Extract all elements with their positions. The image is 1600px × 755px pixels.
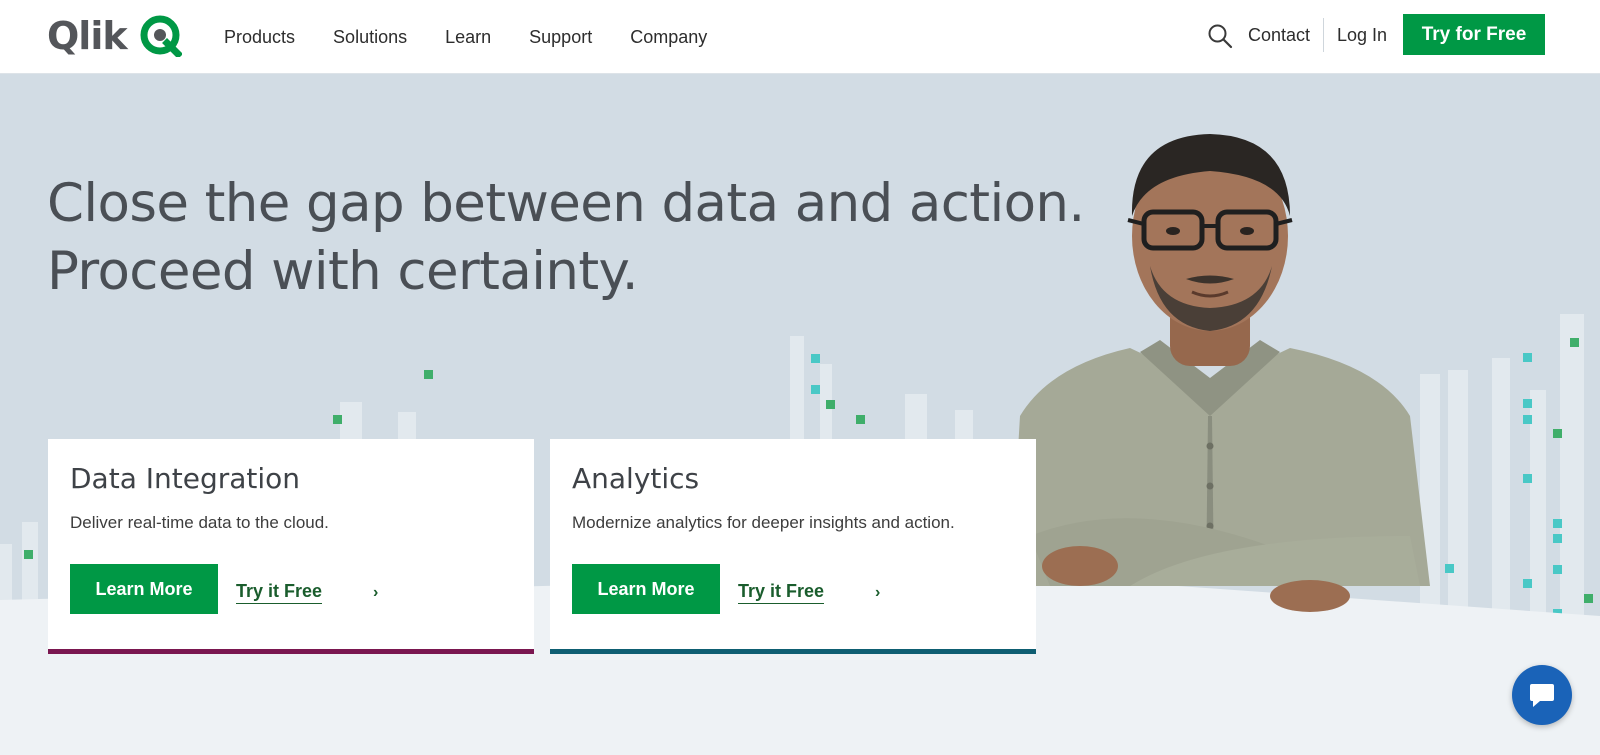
hero-section: Close the gap between data and action. P… xyxy=(0,74,1600,755)
try-it-free-link[interactable]: Try it Free xyxy=(236,579,323,604)
try-for-free-button[interactable]: Try for Free xyxy=(1403,14,1545,55)
header-divider xyxy=(1323,18,1324,52)
card-accent-bar xyxy=(550,649,1036,654)
chat-bubble-icon xyxy=(1530,684,1554,707)
card-data-integration: Data Integration Deliver real-time data … xyxy=(48,439,534,654)
logo-wordmark: Qlik xyxy=(47,14,128,58)
headline-line-2: Proceed with certainty. xyxy=(47,241,639,302)
hero-headline: Close the gap between data and action. P… xyxy=(47,170,1085,306)
card-analytics: Analytics Modernize analytics for deeper… xyxy=(550,439,1036,654)
contact-link[interactable]: Contact xyxy=(1248,20,1310,50)
nav-company[interactable]: Company xyxy=(630,22,707,52)
login-link[interactable]: Log In xyxy=(1337,20,1387,50)
chat-button[interactable] xyxy=(1512,665,1572,725)
chevron-right-icon: › xyxy=(373,584,379,601)
card-title: Analytics xyxy=(572,462,700,495)
qlik-logo[interactable]: Qlik xyxy=(47,14,187,58)
hero-person-image xyxy=(1010,134,1430,612)
site-header: Qlik Products Solutions Learn Support Co… xyxy=(0,0,1600,74)
learn-more-button[interactable]: Learn More xyxy=(70,564,218,614)
card-description: Modernize analytics for deeper insights … xyxy=(572,513,955,532)
search-icon[interactable] xyxy=(1207,23,1233,49)
card-description: Deliver real-time data to the cloud. xyxy=(70,513,329,532)
nav-learn[interactable]: Learn xyxy=(445,22,491,52)
qlik-q-icon xyxy=(140,15,182,57)
learn-more-button[interactable]: Learn More xyxy=(572,564,720,614)
nav-support[interactable]: Support xyxy=(529,22,592,52)
card-accent-bar xyxy=(48,649,534,654)
nav-products[interactable]: Products xyxy=(224,22,295,52)
card-title: Data Integration xyxy=(70,462,301,495)
nav-solutions[interactable]: Solutions xyxy=(333,22,407,52)
headline-line-1: Close the gap between data and action. xyxy=(47,173,1085,234)
main-nav: Products Solutions Learn Support Company xyxy=(224,22,745,52)
chevron-right-icon: › xyxy=(875,584,881,601)
try-it-free-link[interactable]: Try it Free xyxy=(738,579,825,604)
